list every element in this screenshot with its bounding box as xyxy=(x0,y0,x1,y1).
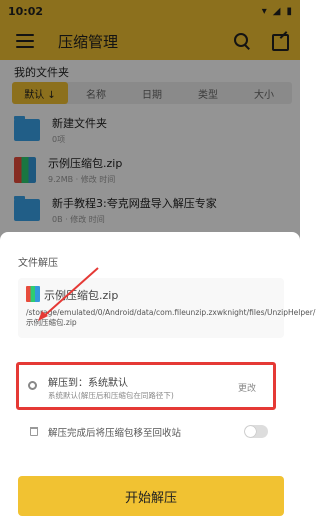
highlight-box xyxy=(16,362,276,410)
sheet-title: 文件解压 xyxy=(18,258,58,269)
trash-icon xyxy=(30,427,38,436)
file-card: 示例压缩包.zip /storage/emulated/0/Android/da… xyxy=(18,278,316,338)
card-file-path: /storage/emulated/0/Android/data/com.fil… xyxy=(26,308,316,327)
card-file-name: 示例压缩包.zip xyxy=(44,289,119,302)
recycle-option-row: 解压完成后将压缩包移至回收站 xyxy=(18,420,284,444)
zip-file-icon xyxy=(26,286,40,302)
extract-sheet: 文件解压 示例压缩包.zip /storage/emulated/0/Andro… xyxy=(0,232,316,532)
start-extract-button[interactable]: 开始解压 xyxy=(18,476,284,516)
recycle-label: 解压完成后将压缩包移至回收站 xyxy=(48,428,182,439)
recycle-toggle[interactable] xyxy=(244,425,268,438)
